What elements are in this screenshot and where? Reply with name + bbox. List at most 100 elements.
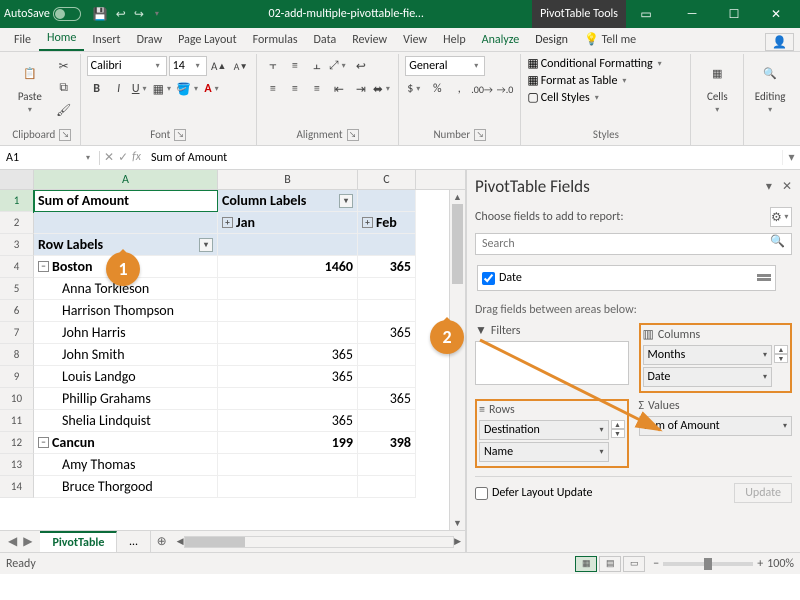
formula-input[interactable]: Sum of Amount — [145, 151, 782, 165]
column-item-months[interactable]: Months▾ — [643, 345, 773, 365]
row-header[interactable]: 8 — [0, 344, 34, 366]
minimize-button[interactable]: — — [672, 0, 712, 28]
select-all-corner[interactable] — [0, 170, 34, 189]
value-item-sum[interactable]: Sum of Amount▾ — [639, 416, 793, 436]
tab-formulas[interactable]: Formulas — [245, 29, 306, 51]
font-name-combo[interactable]: Calibri▾ — [87, 56, 167, 76]
cell-a14[interactable]: Bruce Thorgood — [34, 476, 218, 498]
columns-scroll[interactable]: ▲▼ — [774, 345, 788, 389]
increase-font-icon[interactable]: A▲ — [209, 56, 229, 76]
tab-design[interactable]: Design — [527, 29, 576, 51]
cell-a10[interactable]: Phillip Grahams — [34, 388, 218, 410]
number-launcher[interactable]: ↘ — [474, 129, 486, 141]
fields-search-input[interactable] — [476, 234, 764, 254]
collapse-icon[interactable]: − — [38, 261, 49, 272]
cell-a11[interactable]: Shelia Lindquist — [34, 410, 218, 432]
cell-a9[interactable]: Louis Landgo — [34, 366, 218, 388]
orientation-icon[interactable]: ⤢▾ — [329, 56, 349, 76]
cell-c3[interactable] — [358, 234, 416, 256]
cut-button[interactable]: ✂ — [54, 56, 74, 76]
cell-styles-button[interactable]: ▢ Cell Styles▾ — [527, 90, 601, 105]
area-filters[interactable]: ▼Filters — [475, 323, 629, 393]
align-top-icon[interactable]: ⫟ — [263, 56, 283, 76]
fields-search[interactable]: 🔍 — [475, 233, 792, 255]
pane-dropdown-icon[interactable]: ▾ — [766, 179, 772, 194]
update-button[interactable]: Update — [734, 483, 792, 503]
row-header[interactable]: 5 — [0, 278, 34, 300]
editing-button[interactable]: 🔍Editing▾ — [750, 56, 790, 115]
format-as-table-button[interactable]: ▦ Format as Table▾ — [527, 73, 629, 88]
spreadsheet-grid[interactable]: A B C 1 2 3 4 5 6 7 8 9 10 11 12 13 14 — [0, 170, 466, 552]
row-header[interactable]: 11 — [0, 410, 34, 432]
fill-color-button[interactable]: 🪣▾ — [176, 79, 201, 99]
expand-icon[interactable]: + — [222, 217, 233, 228]
cell-b4[interactable]: 1460 — [218, 256, 358, 278]
undo-icon[interactable]: ↩ — [116, 7, 126, 22]
zoom-in-icon[interactable]: + — [757, 557, 763, 571]
cell-a2[interactable] — [34, 212, 218, 234]
pane-close-icon[interactable]: ✕ — [782, 179, 792, 194]
save-icon[interactable]: 💾 — [93, 7, 108, 22]
fx-icon[interactable]: fx — [132, 150, 141, 165]
decrease-decimal-icon[interactable]: →.0 — [495, 79, 515, 99]
autosave-toggle[interactable]: AutoSave — [4, 7, 81, 21]
enter-formula-icon[interactable]: ✓ — [118, 150, 128, 165]
col-header-c[interactable]: C — [358, 170, 416, 189]
bold-button[interactable]: B — [87, 79, 107, 99]
borders-button[interactable]: ▦▾ — [153, 79, 174, 99]
underline-button[interactable]: U▾ — [131, 79, 151, 99]
row-item-destination[interactable]: Destination▾ — [479, 420, 609, 440]
row-header[interactable]: 13 — [0, 454, 34, 476]
tab-data[interactable]: Data — [306, 29, 345, 51]
cell-b3[interactable] — [218, 234, 358, 256]
format-painter-button[interactable]: 🖌 — [54, 100, 74, 120]
conditional-formatting-button[interactable]: ▦ Conditional Formatting▾ — [527, 56, 664, 71]
horizontal-scrollbar[interactable]: ◀ ▶ — [173, 535, 465, 549]
collapse-icon[interactable]: − — [38, 437, 49, 448]
field-date[interactable]: Date — [477, 265, 776, 291]
sheet-tab-more[interactable]: … — [117, 531, 150, 553]
font-launcher[interactable]: ↘ — [174, 129, 186, 141]
sheet-next-icon[interactable]: ▶ — [23, 534, 32, 549]
tab-help[interactable]: Help — [435, 29, 474, 51]
percent-icon[interactable]: % — [427, 79, 447, 99]
zoom-level[interactable]: 100% — [767, 557, 794, 571]
align-left-icon[interactable]: ≡ — [263, 79, 283, 99]
cell-a13[interactable]: Amy Thomas — [34, 454, 218, 476]
currency-icon[interactable]: $▾ — [405, 79, 425, 99]
zoom-out-icon[interactable]: − — [653, 557, 659, 571]
paste-button[interactable]: 📋 Paste▾ — [10, 56, 50, 115]
tab-page-layout[interactable]: Page Layout — [170, 29, 244, 51]
row-header[interactable]: 12 — [0, 432, 34, 454]
col-header-a[interactable]: A — [34, 170, 218, 189]
row-filter-button[interactable]: ▾ — [199, 238, 213, 252]
cell-a7[interactable]: John Harris — [34, 322, 218, 344]
tab-insert[interactable]: Insert — [84, 29, 128, 51]
increase-decimal-icon[interactable]: .00→ — [471, 79, 493, 99]
align-right-icon[interactable]: ≡ — [307, 79, 327, 99]
rows-scroll[interactable]: ▲▼ — [611, 420, 625, 464]
row-header[interactable]: 7 — [0, 322, 34, 344]
comma-icon[interactable]: , — [449, 79, 469, 99]
decrease-font-icon[interactable]: A▼ — [231, 56, 251, 76]
row-header[interactable]: 10 — [0, 388, 34, 410]
field-date-checkbox[interactable] — [482, 272, 495, 285]
area-rows[interactable]: ≡Rows Destination▾ Name▾ ▲▼ — [475, 399, 629, 468]
align-middle-icon[interactable]: ≡ — [285, 56, 305, 76]
wrap-text-icon[interactable]: ↩ — [351, 56, 371, 76]
cells-button[interactable]: ▦Cells▾ — [697, 56, 737, 115]
new-sheet-button[interactable]: ⊕ — [151, 534, 173, 549]
row-header[interactable]: 1 — [0, 190, 34, 212]
fields-settings-button[interactable]: ⚙▾ — [770, 207, 792, 227]
expand-icon[interactable]: + — [362, 217, 373, 228]
align-bottom-icon[interactable]: ⫠ — [307, 56, 327, 76]
cell-c4[interactable]: 365 — [358, 256, 416, 278]
copy-button[interactable]: ⧉ — [54, 78, 74, 98]
view-page-break-button[interactable]: ▭ — [623, 556, 645, 572]
column-filter-button[interactable]: ▾ — [339, 194, 353, 208]
tab-analyze[interactable]: Analyze — [474, 29, 528, 51]
cell-c1[interactable] — [358, 190, 416, 212]
align-center-icon[interactable]: ≡ — [285, 79, 305, 99]
row-header[interactable]: 4 — [0, 256, 34, 278]
row-item-name[interactable]: Name▾ — [479, 442, 609, 462]
